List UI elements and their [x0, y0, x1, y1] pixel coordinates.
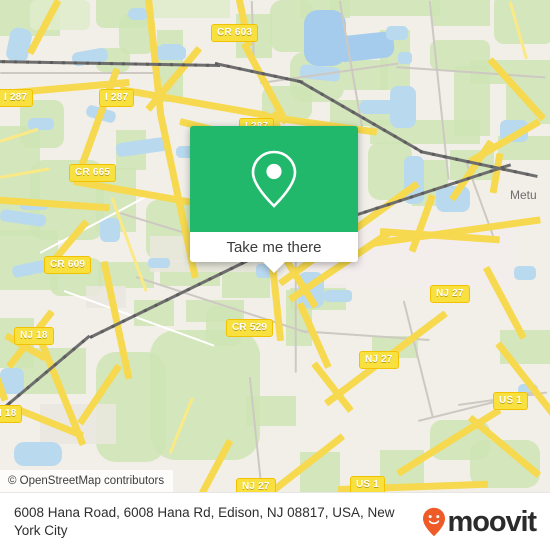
water-body: [514, 266, 536, 280]
water-body: [324, 290, 352, 302]
road-shield: I 287: [99, 89, 135, 107]
landuse-patch: [330, 0, 440, 16]
footer-bar: 6008 Hana Road, 6008 Hana Rd, Edison, NJ…: [0, 492, 550, 550]
water-body: [360, 100, 402, 114]
map-attribution[interactable]: © OpenStreetMap contributors: [0, 470, 174, 492]
water-body: [386, 26, 408, 40]
place-label: Metu: [510, 188, 537, 202]
address-line-1: 6008 Hana Road, 6008 Hana Rd, Edison, NJ…: [14, 505, 329, 520]
highway: [119, 86, 269, 119]
take-me-there-button[interactable]: Take me there: [190, 232, 358, 262]
road-shield: CR 609: [44, 256, 92, 274]
take-me-there-label: Take me there: [226, 238, 322, 256]
water-body: [128, 8, 148, 20]
road-shield: I 18: [0, 405, 23, 423]
minor-road: [403, 300, 434, 418]
road-shield: NJ 27: [430, 285, 470, 303]
water-body: [100, 218, 120, 242]
road-shield: CR 529: [226, 319, 274, 337]
water-body: [398, 52, 412, 64]
map-canvas[interactable]: CR 603I 287I 287I 287CR 665CR 609NJ 27CR…: [0, 0, 550, 492]
moovit-pin-icon: [422, 507, 445, 537]
water-body: [14, 442, 62, 466]
destination-callout[interactable]: Take me there: [190, 126, 358, 273]
water-body: [148, 258, 170, 268]
water-body: [28, 118, 54, 130]
road-shield: NJ 18: [14, 327, 54, 345]
moovit-logo[interactable]: moovit: [422, 506, 550, 539]
landuse-patch: [432, 0, 490, 26]
callout-image-area: [190, 126, 358, 232]
road-shield: CR 603: [211, 24, 259, 42]
attribution-text: © OpenStreetMap contributors: [8, 475, 165, 487]
road-shield: US 1: [350, 476, 386, 492]
landuse-patch: [150, 0, 230, 18]
road-shield: I 287: [0, 89, 34, 107]
road-shield: CR 665: [69, 164, 117, 182]
minor-road: [0, 72, 160, 74]
landuse-patch: [454, 66, 490, 136]
moovit-wordmark: moovit: [447, 505, 538, 538]
road-shield: NJ 27: [359, 351, 399, 369]
address-text: 6008 Hana Road, 6008 Hana Rd, Edison, NJ…: [0, 504, 422, 540]
landuse-patch: [150, 330, 260, 460]
road-shield: NJ 27: [236, 478, 276, 492]
map-pin-icon: [251, 150, 297, 208]
road-shield: US 1: [493, 392, 529, 410]
callout-pointer: [263, 262, 285, 273]
map-screenshot: CR 603I 287I 287I 287CR 665CR 609NJ 27CR…: [0, 0, 550, 550]
water-body: [160, 44, 182, 54]
